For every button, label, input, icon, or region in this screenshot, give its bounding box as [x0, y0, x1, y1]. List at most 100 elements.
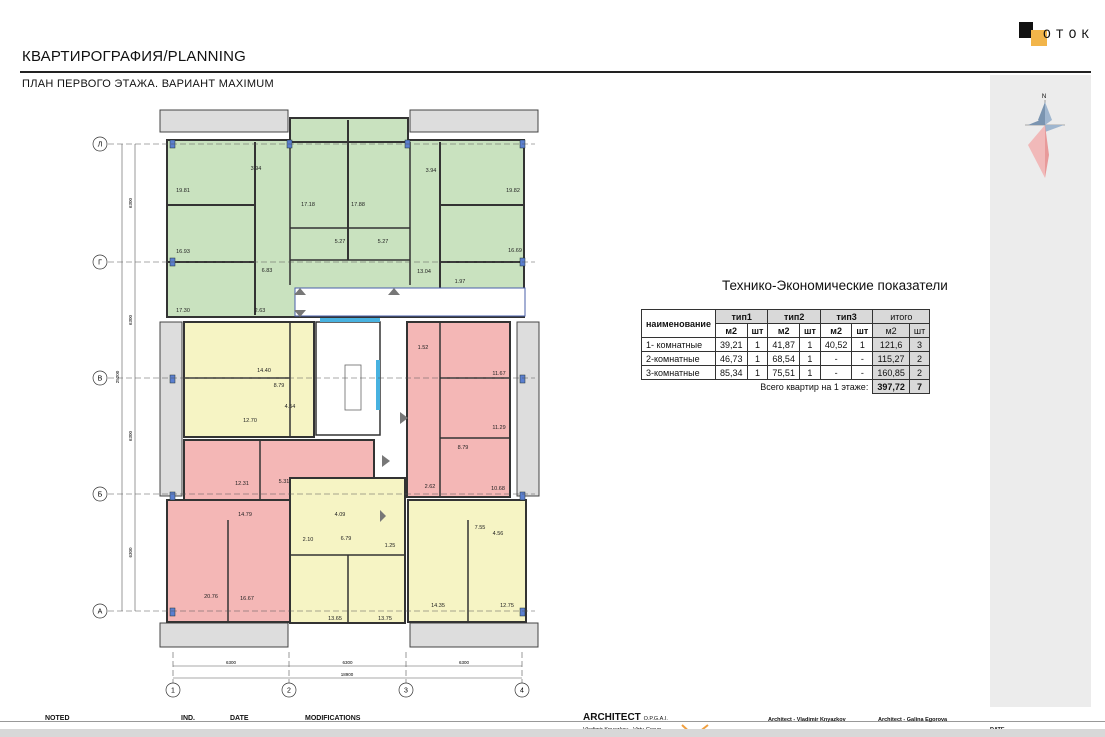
tep-total-label: Всего квартир на 1 этаже: [641, 379, 874, 394]
tep-cell: 160,85 [872, 365, 910, 380]
room-area-label: 1.25 [385, 543, 396, 549]
tep-sub-pcs: шт [746, 323, 769, 338]
tep-table: наименование тип1 тип2 тип3 итого м2 шт … [641, 309, 931, 394]
tep-group-type3: тип3 [819, 309, 874, 324]
room-area-label: 10.68 [491, 486, 505, 492]
tep-cell: 3 [908, 337, 931, 352]
room-area-label: 2.10 [303, 537, 314, 543]
room-area-label: 3.94 [426, 168, 437, 174]
room-area-label: 19.81 [176, 188, 190, 194]
tep-sub-m2: м2 [819, 323, 853, 338]
tep-cell: 1- комнатные [641, 337, 716, 352]
room-area-label: 6.79 [341, 536, 352, 542]
room-area-label: 5.31 [279, 479, 290, 485]
room-area-label: 13.75 [378, 616, 392, 622]
noted-label: NOTED [45, 715, 70, 722]
axis-col-label: 1 [171, 688, 175, 695]
tep-cell: 2 [908, 365, 931, 380]
architect-heading: ARCHITECT O.P.G.A.I. [583, 712, 668, 723]
room-area-label: 12.75 [500, 603, 514, 609]
tep-col-name: наименование [641, 309, 716, 338]
room-area-label: 5.27 [378, 239, 389, 245]
room-area-label: 14.35 [431, 603, 445, 609]
room-area-label: 8.79 [274, 383, 285, 389]
tep-cell: - [851, 351, 874, 366]
floor-plan: Л Г В Б А 1 2 3 4 6300 6300 6300 6300 25200 6300 630… [92, 109, 540, 698]
axis-row-marker: Л [92, 136, 108, 152]
dim-left-total: 25200 [115, 370, 120, 383]
tep-cell: 1 [746, 337, 769, 352]
room-area-label: 5.27 [335, 239, 346, 245]
architect-2: Architect - Galina Egorova [878, 717, 948, 723]
room-area-label: 2.62 [425, 484, 436, 490]
tep-cell: 1 [798, 337, 821, 352]
page-title: КВАРТИРОГРАФИЯ/PLANNING [22, 48, 246, 65]
room-area-label: 11.67 [492, 371, 505, 377]
tep-group-type1: тип1 [714, 309, 769, 324]
tep-cell: 1 [798, 365, 821, 380]
date-label: DATE [230, 715, 249, 722]
dim-left-label: 6300 [128, 547, 133, 558]
axis-row-label: А [98, 609, 103, 616]
tep-cell: 3-комнатные [641, 365, 716, 380]
axis-col-label: 3 [404, 688, 408, 695]
axis-row-label: Л [98, 142, 103, 149]
tep-cell: - [819, 351, 853, 366]
axis-col-marker: 2 [281, 682, 297, 698]
room-area-label: 14.79 [238, 512, 252, 518]
tep-group-total: итого [872, 309, 931, 324]
tep-row: 3-комнатные 85,34 1 75,51 1 - - 160,85 2 [641, 365, 931, 380]
tep-cell: 1 [746, 365, 769, 380]
tep-sub-pcs: шт [851, 323, 874, 338]
axis-col-marker: 1 [165, 682, 181, 698]
tep-total-row: Всего квартир на 1 этаже: 397,72 7 [641, 379, 931, 394]
dim-bottom-label: 6300 [226, 660, 237, 665]
axis-col-marker: 3 [398, 682, 414, 698]
room-area-label: 8.79 [458, 445, 469, 451]
axis-col-label: 4 [520, 688, 524, 695]
room-area-label: 16.93 [176, 249, 190, 255]
modifications-label: MODIFICATIONS [305, 715, 361, 722]
room-area-label: 2.63 [255, 308, 266, 314]
dim-bottom-label: 6300 [459, 660, 470, 665]
compass-rose-icon: N [1025, 94, 1065, 178]
tep-cell: 46,73 [714, 351, 748, 366]
dim-bottom-total: 18900 [341, 672, 354, 677]
tep-title: Технико-Экономические показатели [722, 278, 948, 293]
room-area-label: 12.31 [235, 481, 249, 487]
balcony-top-right [409, 109, 539, 133]
tep-sub-m2: м2 [872, 323, 910, 338]
tep-total-count: 7 [908, 379, 931, 394]
balcony-right [516, 321, 540, 497]
room-area-label: 17.88 [351, 202, 365, 208]
room-area-label: 20.76 [204, 594, 218, 600]
balcony-left [159, 321, 183, 497]
dim-left-label: 6300 [128, 314, 133, 325]
room-area-label: 11.29 [492, 425, 505, 431]
dim-left-label: 6300 [128, 430, 133, 441]
axis-row-marker: А [92, 603, 108, 619]
tep-cell: 2 [908, 351, 931, 366]
tep-total-area: 397,72 [872, 379, 910, 394]
room-area-label: 13.65 [328, 616, 342, 622]
axis-row-label: Г [98, 260, 102, 267]
compass-north-label: N [1042, 94, 1046, 100]
title-divider [20, 71, 1091, 73]
axis-row-marker: Б [92, 486, 108, 502]
tep-sub-m2: м2 [767, 323, 800, 338]
page-subtitle: ПЛАН ПЕРВОГО ЭТАЖА. ВАРИАНТ MAXIMUM [22, 78, 274, 90]
room-area-label: 4.56 [493, 531, 504, 537]
tep-cell: 75,51 [767, 365, 800, 380]
tep-cell: 1 [746, 351, 769, 366]
axis-row-label: В [98, 376, 103, 383]
tep-row: 1- комнатные 39,21 1 41,87 1 40,52 1 121… [641, 337, 931, 352]
axis-row-marker: Г [92, 254, 108, 270]
tep-sub-pcs: шт [908, 323, 931, 338]
tep-cell: 85,34 [714, 365, 748, 380]
room-area-label: 16.67 [240, 596, 254, 602]
architect-1: Architect - Vladimir Knyazkov [768, 717, 846, 723]
tep-cell: 1 [798, 351, 821, 366]
tep-row: 2-комнатные 46,73 1 68,54 1 - - 115,27 2 [641, 351, 931, 366]
room-area-label: 17.18 [301, 202, 315, 208]
ind-label: IND. [181, 715, 195, 722]
